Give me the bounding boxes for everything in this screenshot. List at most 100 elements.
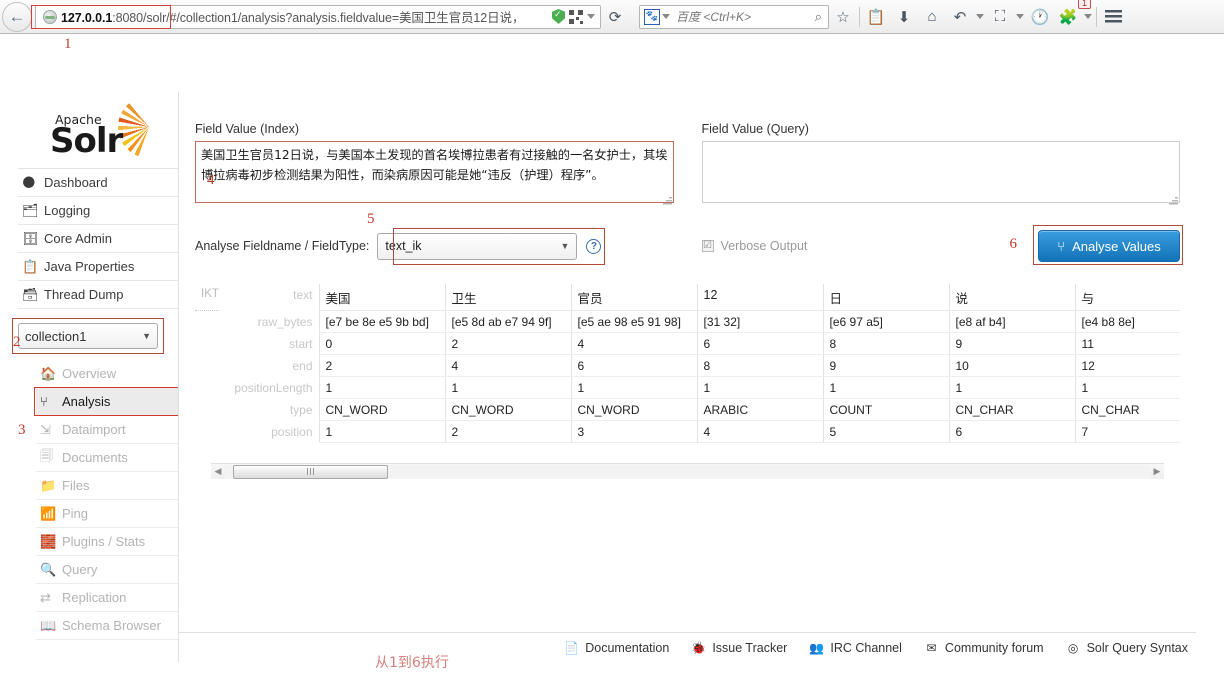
token-3-position: 3 — [570, 420, 697, 443]
chevron-down-icon[interactable] — [587, 14, 595, 19]
scroll-left-arrow-icon[interactable]: ◀ — [211, 466, 225, 477]
sidebar-item-label: Overview — [62, 366, 117, 381]
sidebar-item-overview[interactable]: 🏠 Overview — [36, 360, 178, 388]
downloads-button[interactable]: ⬇ — [890, 2, 918, 32]
footer-link-irc-channel[interactable]: 👥 IRC Channel — [809, 640, 902, 655]
core-selector-value: collection1 — [25, 328, 87, 344]
row-label-raw_bytes: raw_bytes — [257, 314, 313, 329]
addon-button[interactable]: 🧩 1 — [1054, 0, 1091, 32]
analyse-values-button[interactable]: ⑂ Analyse Values — [1038, 230, 1180, 262]
search-engine-chevron-icon[interactable] — [662, 14, 670, 19]
token-4-type: ARABIC — [696, 398, 823, 421]
sidebar-item-analysis[interactable]: ⑂ Analysis — [36, 388, 178, 416]
field-value-query-input[interactable] — [701, 141, 1180, 203]
footer-link-documentation[interactable]: 📄 Documentation — [564, 640, 669, 655]
sidebar-item-ping[interactable]: 📶 Ping — [36, 500, 178, 528]
back-button[interactable]: ← — [2, 1, 32, 32]
sidebar-item-core-admin[interactable]: 🗄 Core Admin — [18, 225, 178, 253]
address-bar[interactable]: 127.0.0.1:8080/solr/#/collection1/analys… — [35, 4, 601, 29]
history-button[interactable]: 🕐 — [1026, 2, 1054, 32]
footer-link-community-forum[interactable]: ✉ Community forum — [924, 640, 1043, 655]
undo-menu-button[interactable] — [974, 2, 986, 32]
crop-icon: ⛶ — [994, 8, 1006, 25]
sidebar-item-documents[interactable]: 🗐 Documents — [36, 444, 178, 472]
logging-icon: 🗂 — [22, 202, 39, 218]
sidebar-item-replication[interactable]: ⇄ Replication — [36, 584, 178, 612]
fieldtype-select[interactable]: text_ik ▼ — [377, 232, 578, 260]
annotation-4: 4 — [207, 172, 215, 188]
java-properties-icon: 📋 — [22, 258, 39, 274]
sidebar-item-dataimport[interactable]: ⇲ Dataimport — [36, 416, 178, 444]
analyzer-label — [195, 311, 219, 333]
sidebar-item-logging[interactable]: 🗂 Logging — [18, 197, 178, 225]
help-icon[interactable]: ? — [586, 238, 602, 254]
table-row: start024689111213 — [195, 332, 1180, 355]
token-4-text: 12 — [696, 284, 823, 311]
scroll-right-arrow-icon[interactable]: ▶ — [1150, 466, 1164, 477]
sidebar-item-schema-browser[interactable]: 📖 Schema Browser — [36, 612, 178, 640]
star-icon: ☆ — [836, 8, 850, 26]
sidebar-item-files[interactable]: 📁 Files — [36, 472, 178, 500]
sidebar-item-label: Java Properties — [44, 259, 135, 274]
addon-icon: 🧩 — [1058, 8, 1078, 26]
token-7-positionLength: 1 — [1074, 376, 1180, 399]
reader-mode-button[interactable]: 📋 — [862, 2, 890, 32]
token-7-text: 与 — [1074, 284, 1180, 311]
search-input-placeholder[interactable]: 百度 <Ctrl+K> — [676, 8, 815, 25]
scrollbar-thumb[interactable] — [233, 464, 388, 479]
reload-button[interactable]: ⟳ — [601, 2, 629, 32]
search-icon[interactable]: ⌕ — [815, 9, 828, 25]
table-row: positionLength111111111 — [195, 376, 1180, 399]
verbose-output-checkbox[interactable]: ☑ Verbose Output — [701, 239, 807, 253]
footer-link-issue-tracker[interactable]: 🐞 Issue Tracker — [691, 640, 787, 655]
home-button[interactable]: ⌂ — [918, 2, 946, 32]
search-bar[interactable]: 🐾 百度 <Ctrl+K> ⌕ — [639, 4, 829, 29]
document-icon: 📄 — [564, 640, 580, 655]
field-value-query-block: Field Value (Query) — [701, 122, 1180, 208]
textarea-resize-handle[interactable] — [662, 197, 672, 206]
token-1-text: 美国 — [318, 284, 445, 311]
token-7-type: CN_CHAR — [1074, 398, 1180, 421]
search-engine-icon[interactable]: 🐾 — [644, 8, 660, 25]
solr-logo[interactable]: Apache Solr — [18, 96, 180, 168]
textarea-resize-handle[interactable] — [1169, 197, 1178, 206]
sidebar-item-plugins-stats[interactable]: 🧱 Plugins / Stats — [36, 528, 178, 556]
field-value-index-input[interactable] — [195, 141, 674, 203]
table-row: position123456789 — [195, 420, 1180, 443]
token-6-end: 10 — [948, 354, 1075, 377]
url-fragment: #/collection1/analysis?analysis.fieldval… — [169, 11, 525, 25]
security-shield-icon[interactable] — [552, 9, 565, 24]
sidebar-item-query[interactable]: 🔍 Query — [36, 556, 178, 584]
chevron-down-icon — [1016, 14, 1024, 19]
token-2-positionLength: 1 — [444, 376, 571, 399]
annotation-1: 1 — [64, 36, 72, 52]
token-3-positionLength: 1 — [570, 376, 697, 399]
annotation-3: 3 — [18, 422, 26, 438]
scrollbar-track[interactable] — [225, 464, 1150, 479]
download-icon: ⬇ — [897, 8, 911, 26]
row-label-positionLength: positionLength — [234, 380, 313, 395]
token-1-position: 1 — [318, 420, 445, 443]
app-menu-button[interactable] — [1099, 2, 1127, 32]
token-6-positionLength: 1 — [948, 376, 1075, 399]
core-selector[interactable]: collection1 ▼ — [18, 323, 158, 349]
url-host: 127.0.0.1 — [61, 11, 113, 25]
search-engine-glyph: 🐾 — [645, 11, 659, 22]
screenshot-button[interactable]: ⛶ — [986, 2, 1014, 32]
qr-code-icon[interactable] — [569, 9, 583, 24]
undo-button[interactable]: ↶ — [946, 2, 974, 32]
sidebar-item-java-properties[interactable]: 📋 Java Properties — [18, 253, 178, 281]
table-row: type CN_WORD CN_WORD CN_WORD ARABIC COUNT CN_C… — [195, 398, 1180, 421]
sidebar-item-dashboard[interactable]: 🌑 Dashboard — [18, 169, 178, 197]
token-5-text: 日 — [822, 284, 949, 311]
screenshot-menu-button[interactable] — [1014, 2, 1026, 32]
footer-link-solr-query-syntax[interactable]: ◎ Solr Query Syntax — [1066, 640, 1188, 655]
analyzer-label — [195, 399, 219, 421]
annotation-5: 5 — [367, 210, 375, 227]
analyse-values-label: Analyse Values — [1072, 238, 1161, 254]
bookmark-star-button[interactable]: ☆ — [829, 2, 857, 32]
fieldtype-select-value: text_ik — [385, 239, 422, 253]
horizontal-scrollbar[interactable]: ◀ ▶ — [211, 463, 1164, 479]
sidebar-item-thread-dump[interactable]: 🗃 Thread Dump — [18, 281, 178, 309]
core-nav-list: 🏠 Overview ⑂ Analysis ⇲ Dataimport 🗐 Doc… — [34, 360, 180, 640]
